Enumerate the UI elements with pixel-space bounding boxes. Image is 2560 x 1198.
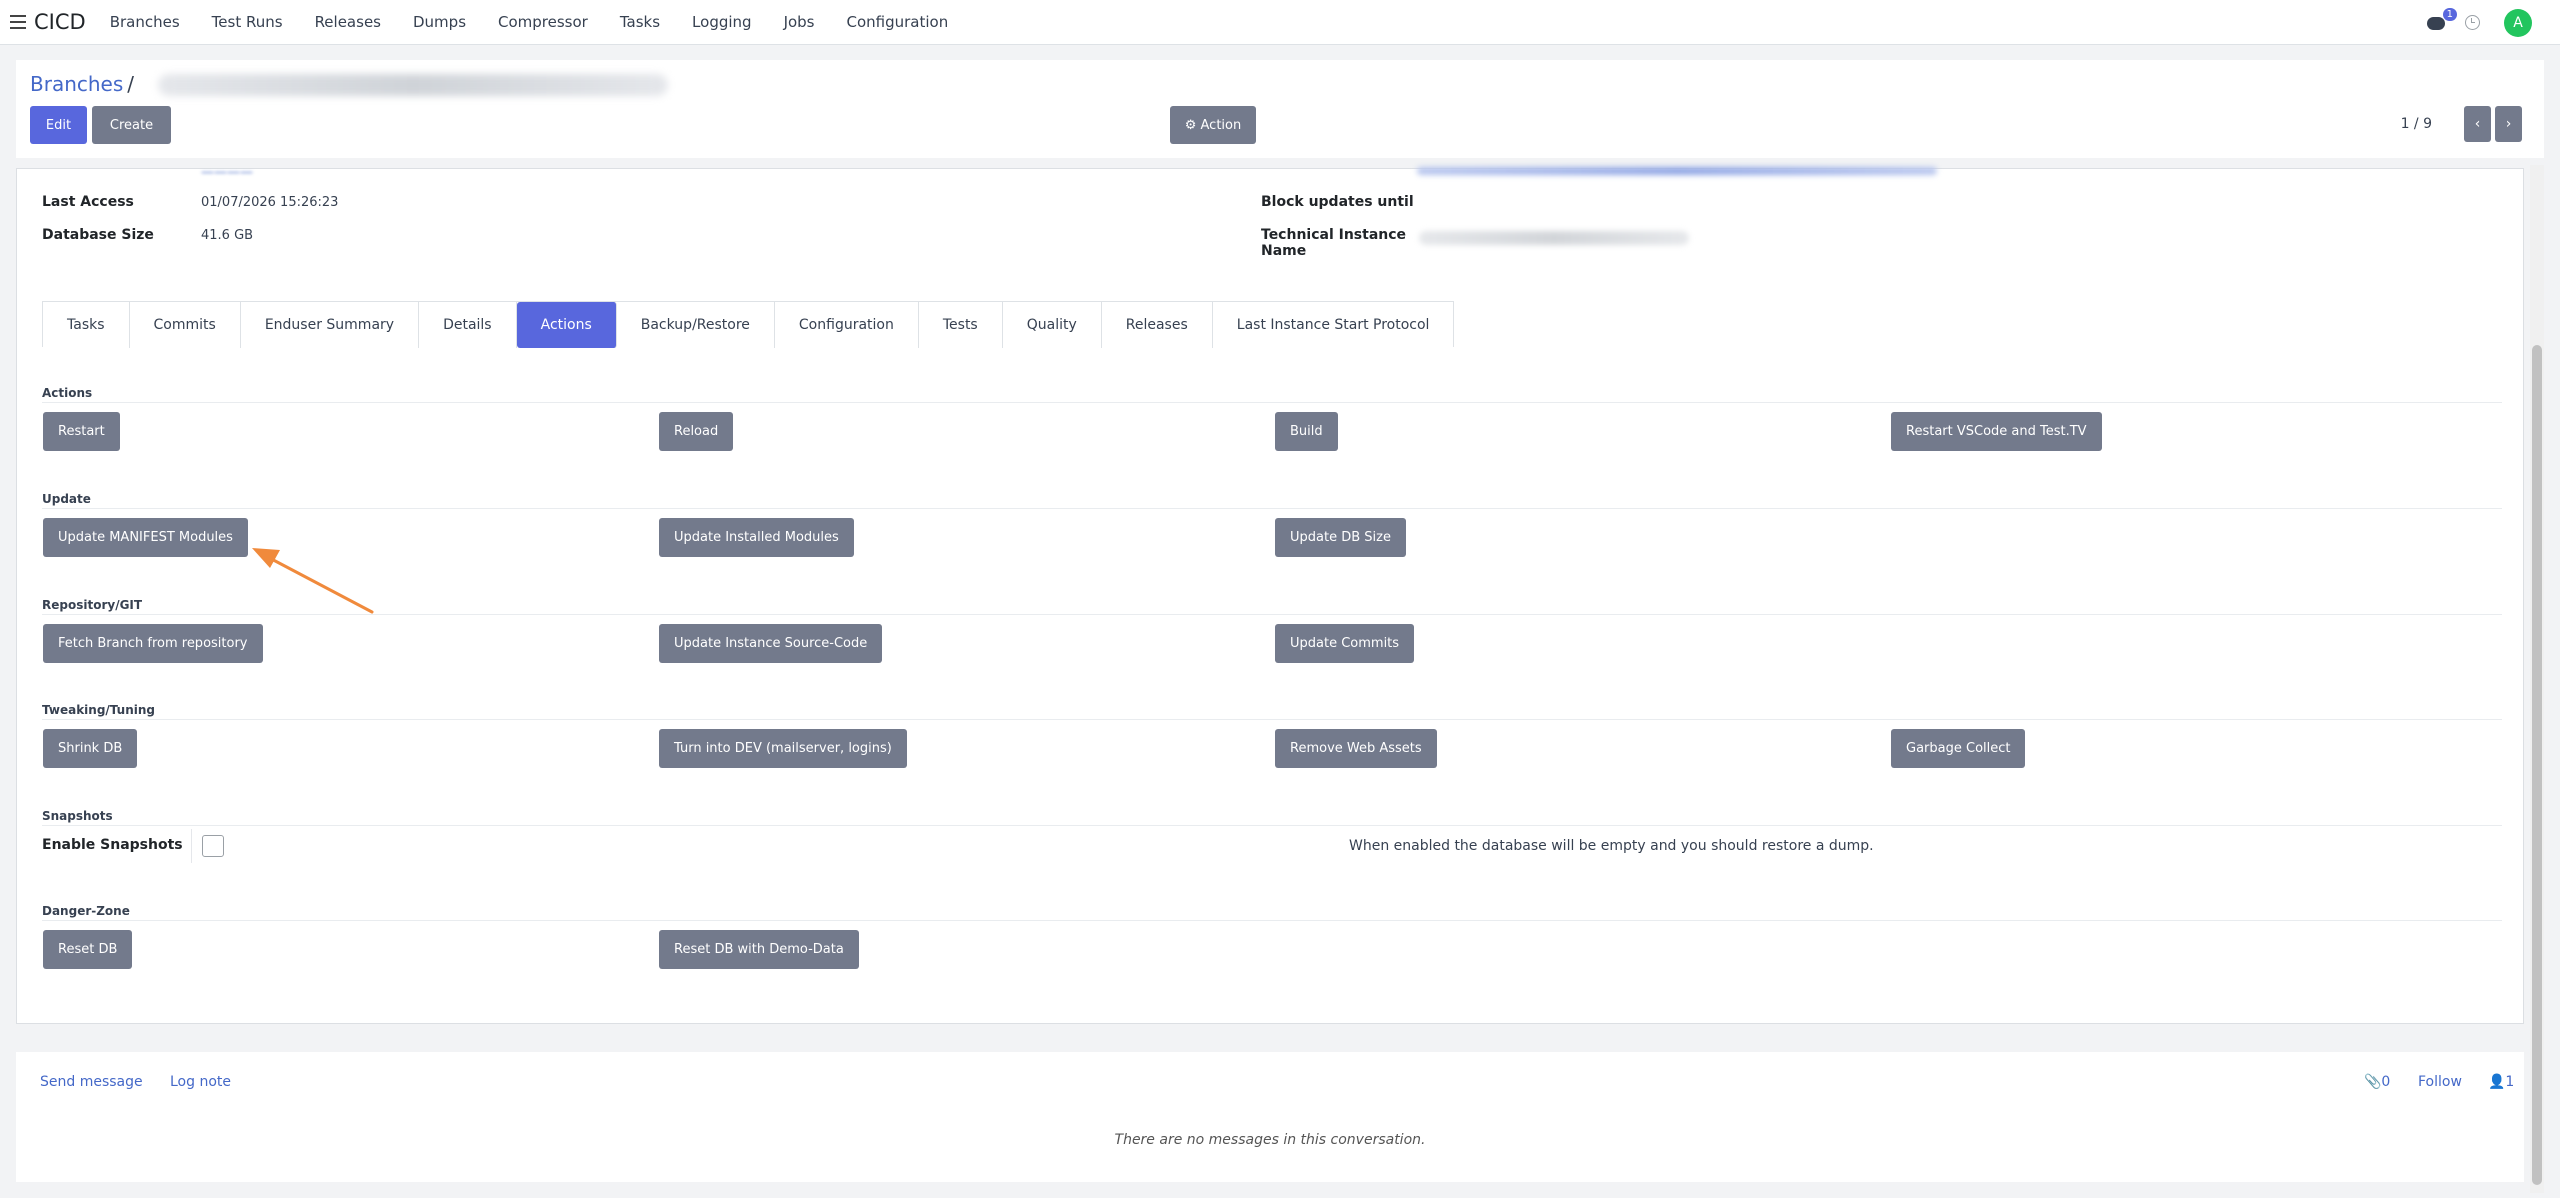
turn-into-dev-button[interactable]: Turn into DEV (mailserver, logins) <box>659 729 907 768</box>
breadcrumb-separator: / <box>127 72 135 96</box>
tab-releases[interactable]: Releases <box>1101 302 1213 348</box>
reset-db-button[interactable]: Reset DB <box>43 930 133 969</box>
navbar-systray: 1 A <box>2427 0 2560 45</box>
menu-item-compressor[interactable]: Compressor <box>498 13 588 31</box>
notebook-tabs: Tasks Commits Enduser Summary Details Ac… <box>42 301 1455 348</box>
pager-previous-button[interactable]: ‹ <box>2464 106 2491 142</box>
messaging-badge: 1 <box>2442 7 2457 21</box>
instance-url-redacted <box>1417 167 1937 175</box>
update-manifest-modules-button[interactable]: Update MANIFEST Modules <box>43 518 248 557</box>
action-menu-button[interactable]: ⚙ Action <box>1170 106 1256 144</box>
tab-quality[interactable]: Quality <box>1002 302 1102 348</box>
menu-item-dumps[interactable]: Dumps <box>413 13 466 31</box>
messaging-icon[interactable]: 1 <box>2427 7 2457 32</box>
tab-tasks[interactable]: Tasks <box>43 302 130 348</box>
tab-commits[interactable]: Commits <box>129 302 241 348</box>
user-avatar[interactable]: A <box>2504 8 2532 37</box>
app-brand[interactable]: CICD <box>34 10 86 34</box>
breadcrumb: Branches / <box>30 72 134 96</box>
scrollbar-thumb[interactable] <box>2532 345 2542 1185</box>
menu-item-releases[interactable]: Releases <box>315 13 381 31</box>
field-divider <box>191 829 192 863</box>
group-title-tweaking: Tweaking/Tuning <box>42 703 155 717</box>
garbage-collect-button[interactable]: Garbage Collect <box>1891 729 2026 768</box>
group-separator <box>42 402 2502 403</box>
group-title-actions: Actions <box>42 386 93 400</box>
shrink-db-button[interactable]: Shrink DB <box>43 729 138 768</box>
menu-item-configuration[interactable]: Configuration <box>847 13 949 31</box>
send-message-button[interactable]: Send message <box>40 1074 143 1090</box>
tab-actions[interactable]: Actions <box>516 302 617 348</box>
log-note-button[interactable]: Log note <box>170 1074 231 1090</box>
top-navbar: CICD Branches Test Runs Releases Dumps C… <box>0 0 2560 45</box>
edit-button[interactable]: Edit <box>30 106 87 144</box>
block-updates-label: Block updates until <box>1261 194 1414 210</box>
group-separator <box>42 719 2502 720</box>
no-messages-text: There are no messages in this conversati… <box>1114 1132 1426 1148</box>
group-title-repository-git: Repository/GIT <box>42 598 143 612</box>
follow-button[interactable]: Follow <box>2418 1074 2462 1090</box>
reset-db-demo-data-button[interactable]: Reset DB with Demo-Data <box>659 930 859 969</box>
reload-button[interactable]: Reload <box>659 412 734 451</box>
tab-last-instance-start-protocol[interactable]: Last Instance Start Protocol <box>1212 302 1454 348</box>
menu-item-test-runs[interactable]: Test Runs <box>212 13 283 31</box>
enable-snapshots-checkbox[interactable] <box>202 835 224 857</box>
update-db-size-button[interactable]: Update DB Size <box>1275 518 1406 557</box>
tab-details[interactable]: Details <box>419 302 517 348</box>
restart-button[interactable]: Restart <box>43 412 120 451</box>
tab-configuration[interactable]: Configuration <box>774 302 919 348</box>
pager-value: 1 / 9 <box>2400 116 2432 132</box>
group-title-danger-zone: Danger-Zone <box>42 904 130 918</box>
technical-name-label-line1: Technical Instance <box>1261 227 1407 243</box>
breadcrumb-record-name-redacted <box>158 74 668 96</box>
build-button[interactable]: Build <box>1275 412 1338 451</box>
group-title-snapshots: Snapshots <box>42 809 113 823</box>
main-menu: Branches Test Runs Releases Dumps Compre… <box>110 13 981 31</box>
group-separator <box>42 825 2502 826</box>
restart-vscode-button[interactable]: Restart VSCode and Test.TV <box>1891 412 2102 451</box>
technical-name-label: Technical Instance Name <box>1261 227 1406 259</box>
breadcrumb-branches-link[interactable]: Branches <box>30 72 123 96</box>
group-separator <box>42 508 2502 509</box>
group-separator <box>42 614 2502 615</box>
enable-snapshots-label: Enable Snapshots <box>42 837 183 853</box>
database-size-label: Database Size <box>42 227 154 243</box>
remove-web-assets-button[interactable]: Remove Web Assets <box>1275 729 1437 768</box>
form-sheet: ———— Last Access 01/07/2026 15:26:23 Dat… <box>16 165 2524 1024</box>
chatter-panel: Send message Log note 📎0 Follow 👤1 There… <box>16 1052 2524 1182</box>
attachments-count-button[interactable]: 📎0 <box>2364 1074 2390 1090</box>
tab-enduser-summary[interactable]: Enduser Summary <box>240 302 420 348</box>
last-access-label: Last Access <box>42 194 134 210</box>
create-button[interactable]: Create <box>92 106 171 144</box>
snapshots-help-text: When enabled the database will be empty … <box>1349 838 1874 854</box>
technical-name-value-redacted <box>1419 231 1689 245</box>
pager-next-button[interactable]: › <box>2495 106 2522 142</box>
menu-toggle-icon[interactable] <box>10 15 26 29</box>
fetch-branch-button[interactable]: Fetch Branch from repository <box>43 624 263 663</box>
control-panel: Branches / Edit Create ⚙ Action 1 / 9 ‹ › <box>16 60 2544 158</box>
group-separator <box>42 920 2502 921</box>
update-commits-button[interactable]: Update Commits <box>1275 624 1415 663</box>
last-access-value: 01/07/2026 15:26:23 <box>201 195 339 210</box>
activity-clock-icon[interactable] <box>2465 15 2480 30</box>
menu-item-tasks[interactable]: Tasks <box>620 13 660 31</box>
group-title-update: Update <box>42 492 91 506</box>
menu-item-jobs[interactable]: Jobs <box>784 13 815 31</box>
technical-name-label-line2: Name <box>1261 243 1307 259</box>
tab-backup-restore[interactable]: Backup/Restore <box>616 302 775 348</box>
database-size-value: 41.6 GB <box>201 228 254 243</box>
repository-value-redacted: ———— <box>201 165 253 179</box>
update-installed-modules-button[interactable]: Update Installed Modules <box>659 518 854 557</box>
tab-tests[interactable]: Tests <box>918 302 1003 348</box>
menu-item-branches[interactable]: Branches <box>110 13 180 31</box>
menu-item-logging[interactable]: Logging <box>692 13 752 31</box>
update-source-code-button[interactable]: Update Instance Source-Code <box>659 624 883 663</box>
followers-button[interactable]: 👤1 <box>2488 1074 2514 1090</box>
annotation-arrow-icon <box>252 548 374 614</box>
